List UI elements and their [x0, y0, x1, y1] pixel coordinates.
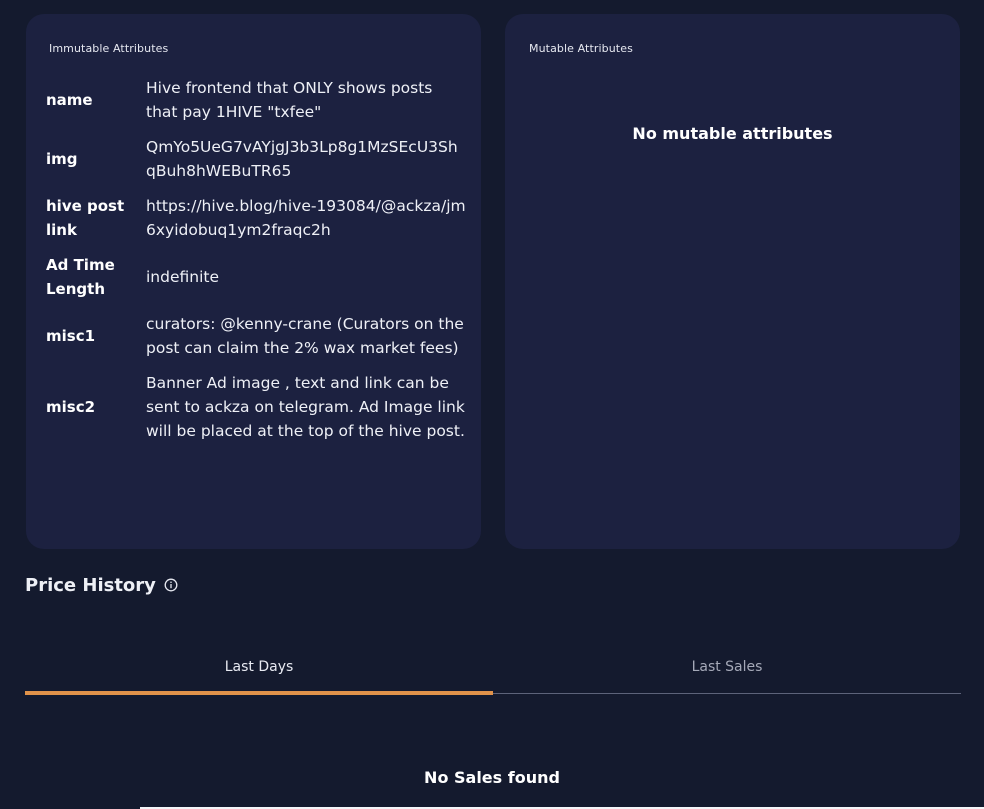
attribute-value: Banner Ad image , text and link can be s… [146, 374, 465, 440]
mutable-attributes-card: Mutable Attributes No mutable attributes [505, 14, 960, 549]
attribute-value: indefinite [146, 268, 220, 286]
immutable-attributes-title: Immutable Attributes [49, 42, 169, 55]
attribute-row-name: name Hive frontend that ONLY shows posts… [46, 76, 466, 124]
attribute-key: img [46, 150, 78, 168]
price-history-tabs: Last Days Last Sales [25, 650, 961, 695]
attribute-key: hive post link [46, 197, 125, 239]
attribute-row-hive-post-link: hive post link https://hive.blog/hive-19… [46, 194, 466, 242]
immutable-attributes-card: Immutable Attributes name Hive frontend … [26, 14, 481, 549]
attribute-row-misc2: misc2 Banner Ad image , text and link ca… [46, 371, 466, 443]
attribute-row-img: img QmYo5UeG7vAYjgJ3b3Lp8g1MzSEcU3ShqBuh… [46, 135, 466, 183]
attribute-key: misc2 [46, 398, 96, 416]
no-mutable-attributes-message: No mutable attributes [632, 124, 833, 143]
attribute-key: Ad Time Length [46, 256, 115, 298]
attribute-value: https://hive.blog/hive-193084/@ackza/jm6… [146, 197, 466, 239]
attribute-value: curators: @kenny-crane (Curators on the … [146, 315, 464, 357]
tab-last-sales[interactable]: Last Sales [493, 650, 961, 693]
attribute-value: QmYo5UeG7vAYjgJ3b3Lp8g1MzSEcU3ShqBuh8hWE… [146, 138, 458, 180]
page: Immutable Attributes name Hive frontend … [0, 0, 984, 809]
immutable-attributes-table: name Hive frontend that ONLY shows posts… [46, 76, 466, 454]
tab-last-days[interactable]: Last Days [25, 650, 493, 695]
attribute-row-misc1: misc1 curators: @kenny-crane (Curators o… [46, 312, 466, 360]
attribute-row-ad-time-length: Ad Time Length indefinite [46, 253, 466, 301]
mutable-attributes-title: Mutable Attributes [529, 42, 633, 55]
price-history-title: Price History [25, 575, 156, 596]
attribute-key: misc1 [46, 327, 96, 345]
info-icon[interactable] [164, 577, 178, 591]
attribute-value: Hive frontend that ONLY shows posts that… [146, 79, 433, 121]
attribute-key: name [46, 91, 93, 109]
no-sales-message: No Sales found [424, 768, 560, 787]
price-history-header: Price History [25, 575, 178, 596]
